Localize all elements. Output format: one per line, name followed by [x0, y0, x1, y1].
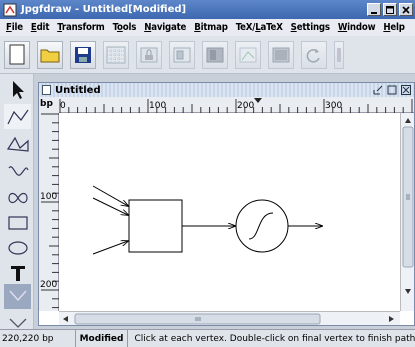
menu-window[interactable]: Window: [334, 22, 380, 33]
modified-status: Modified: [76, 330, 129, 347]
menu-navigate[interactable]: Navigate: [140, 22, 190, 33]
save-button[interactable]: [70, 40, 96, 69]
cursor-coordinates: 220,220 bp: [0, 330, 76, 347]
ruler-v-label-200: 200: [40, 280, 57, 290]
dark-panel-icon: [206, 47, 224, 62]
ruler-v-label-100: 100: [40, 192, 57, 202]
status-hint: Click at each vertex. Double-click on fi…: [134, 333, 415, 344]
mathmode-icon: [8, 290, 27, 301]
block-rectangle[interactable]: [128, 199, 183, 253]
input-arrow-3[interactable]: [92, 241, 128, 255]
ruler-h-label-0: 0: [60, 101, 66, 111]
new-button[interactable]: [4, 40, 30, 69]
ellipse-tool[interactable]: [4, 235, 31, 260]
app-icon: [3, 3, 17, 16]
maximize-button[interactable]: [383, 3, 397, 16]
arrow-pointer-icon: [12, 80, 24, 99]
open-line-path-tool[interactable]: [4, 104, 31, 129]
layers-icon: [173, 47, 191, 62]
closed-line-path-tool[interactable]: [4, 131, 31, 156]
menu-settings[interactable]: Settings: [287, 22, 334, 33]
maximize-icon: [386, 5, 394, 14]
minimize-icon: [371, 11, 377, 14]
input-arrow-1[interactable]: [92, 185, 128, 206]
drawing-canvas[interactable]: [59, 113, 400, 311]
close-icon: [402, 5, 410, 14]
menu-file[interactable]: File: [2, 22, 27, 33]
text-t-icon: [10, 265, 25, 281]
vertical-ruler: 100 200: [39, 113, 59, 311]
document-window: Untitled bp 0 100 200 300 100 200: [38, 82, 415, 326]
menu-bar: File Edit Transform Tools Navigate Bitma…: [0, 19, 415, 36]
menu-bitmap[interactable]: Bitmap: [190, 22, 231, 33]
tool-palette: [0, 74, 34, 329]
construction-button[interactable]: [235, 40, 261, 69]
menu-edit[interactable]: Edit: [27, 22, 53, 33]
document-title-bar[interactable]: Untitled: [39, 83, 414, 97]
rotate-icon: [306, 48, 320, 63]
math-tool[interactable]: [4, 284, 31, 309]
closed-curve-path-tool[interactable]: [4, 185, 31, 210]
minimize-button[interactable]: [367, 3, 381, 16]
dark-panel-button[interactable]: [202, 40, 228, 69]
panel-button[interactable]: [268, 40, 294, 69]
vertical-scrollbar[interactable]: [400, 113, 414, 311]
ruler-unit-label: bp: [39, 97, 59, 113]
rectangle-tool[interactable]: [4, 210, 31, 235]
horizontal-scrollbar[interactable]: [59, 311, 400, 325]
grid-icon: [106, 46, 126, 63]
lock-button[interactable]: [136, 40, 162, 69]
menu-tex-latex[interactable]: TeX/LaTeX: [232, 22, 287, 33]
input-arrow-2[interactable]: [92, 197, 128, 215]
ruler-position-marker-icon: [254, 98, 262, 103]
sigmoid-curve[interactable]: [248, 212, 274, 240]
save-disk-icon: [75, 46, 91, 63]
menu-transform[interactable]: Transform: [53, 22, 108, 33]
curve-icon: [8, 165, 29, 176]
scroll-down-icon[interactable]: [405, 289, 411, 294]
open-curve-path-tool[interactable]: [4, 158, 31, 183]
layers-button[interactable]: [169, 40, 195, 69]
ruler-h-label-300: 300: [325, 101, 342, 111]
close-frame-icon[interactable]: [401, 85, 411, 95]
rectangle-icon: [7, 215, 28, 230]
chevron-down-icon: [9, 318, 26, 328]
lock-icon: [140, 47, 158, 62]
scroll-up-icon[interactable]: [405, 118, 411, 123]
construction-icon: [239, 47, 257, 62]
menu-help[interactable]: Help: [379, 22, 408, 33]
open-folder-icon: [40, 49, 60, 62]
document-title: Untitled: [55, 84, 101, 96]
sigmoid-circle[interactable]: [235, 199, 289, 253]
window-title: Jpgfdraw - Untitled[Modified]: [21, 4, 187, 15]
open-button[interactable]: [37, 40, 63, 69]
menu-tools[interactable]: Tools: [109, 22, 141, 33]
grid-button[interactable]: [103, 40, 129, 69]
text-tool[interactable]: [4, 260, 31, 285]
rotate-button[interactable]: [301, 40, 327, 69]
title-bar: Jpgfdraw - Untitled[Modified]: [0, 0, 415, 19]
ruler-h-label-100: 100: [149, 101, 166, 111]
ellipse-icon: [7, 240, 28, 255]
infinity-icon: [7, 192, 28, 203]
iconify-icon[interactable]: [373, 85, 383, 95]
scroll-left-icon[interactable]: [63, 316, 68, 322]
select-tool[interactable]: [4, 77, 31, 102]
ruler-h-label-200: 200: [237, 101, 254, 111]
more-button[interactable]: [334, 40, 344, 69]
panel-icon: [272, 47, 290, 62]
polygon-icon: [6, 136, 29, 152]
polyline-icon: [6, 109, 28, 124]
new-file-icon: [9, 44, 25, 64]
toolbar: [0, 36, 415, 74]
horizontal-ruler: 0 100 200 300: [59, 97, 414, 113]
more-icon: [337, 47, 341, 62]
scroll-right-icon[interactable]: [389, 316, 394, 322]
close-button[interactable]: [399, 3, 413, 16]
document-icon: [42, 85, 51, 95]
maximize-frame-icon[interactable]: [387, 85, 397, 95]
status-bar: 220,220 bp Modified Click at each vertex…: [0, 329, 415, 347]
